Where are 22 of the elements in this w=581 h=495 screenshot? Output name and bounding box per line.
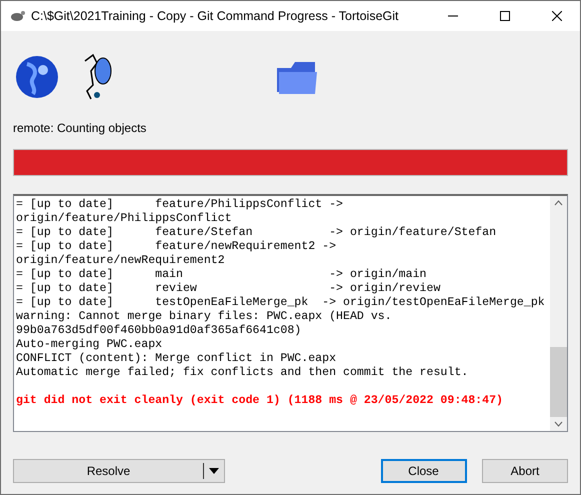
log-line: origin/feature/newRequirement2 bbox=[16, 254, 226, 268]
log-line: origin/feature/PhilippsConflict bbox=[16, 212, 233, 226]
log-line: = [up to date] testOpenEaFileMerge_pk -> origin/testOpenEaFileMerge_pk bbox=[16, 296, 546, 310]
dialog-button[interactable]: Abort bbox=[482, 459, 568, 483]
log-line: = [up to date] review -> origin/review bbox=[16, 282, 442, 296]
dialog-button[interactable]: Close bbox=[380, 459, 466, 483]
log-line: Automatic merge failed; fix conflicts and then commit the result. bbox=[16, 366, 470, 380]
error-line: git did not exit cleanly (exit code 1) (1188 ms @ 23/05/2022 09:48:47) bbox=[16, 394, 504, 408]
status-text: remote: Counting objects bbox=[13, 121, 148, 135]
window-title: C:\$Git\2021Training - Copy - Git Command Progress - TortoiseGit bbox=[31, 9, 400, 23]
split-button[interactable]: Resolve bbox=[13, 459, 225, 483]
log-line: Auto-merging PWC.eapx bbox=[16, 338, 164, 352]
log-line: = [up to date] main -> origin/main bbox=[16, 268, 428, 282]
log-line: CONFLICT (content): Merge conflict in PWC.eapx bbox=[16, 352, 338, 366]
scrollbar[interactable] bbox=[550, 196, 567, 431]
log-line: = [up to date] feature/PhilippsConflict -> bbox=[16, 198, 344, 212]
scroll-down-icon[interactable] bbox=[554, 421, 563, 427]
scroll-up-icon[interactable] bbox=[554, 200, 563, 206]
log-line: warning: Cannot merge binary files: PWC.eapx (HEAD vs. bbox=[16, 310, 393, 324]
log-line: 99b0a763d5df00f460bb0a91d0af365af6641c08) bbox=[16, 324, 302, 338]
log-line: = [up to date] feature/Stefan -> origin/feature/Stefan bbox=[16, 226, 498, 240]
log-line: = [up to date] feature/newRequirement2 -> bbox=[16, 240, 338, 254]
